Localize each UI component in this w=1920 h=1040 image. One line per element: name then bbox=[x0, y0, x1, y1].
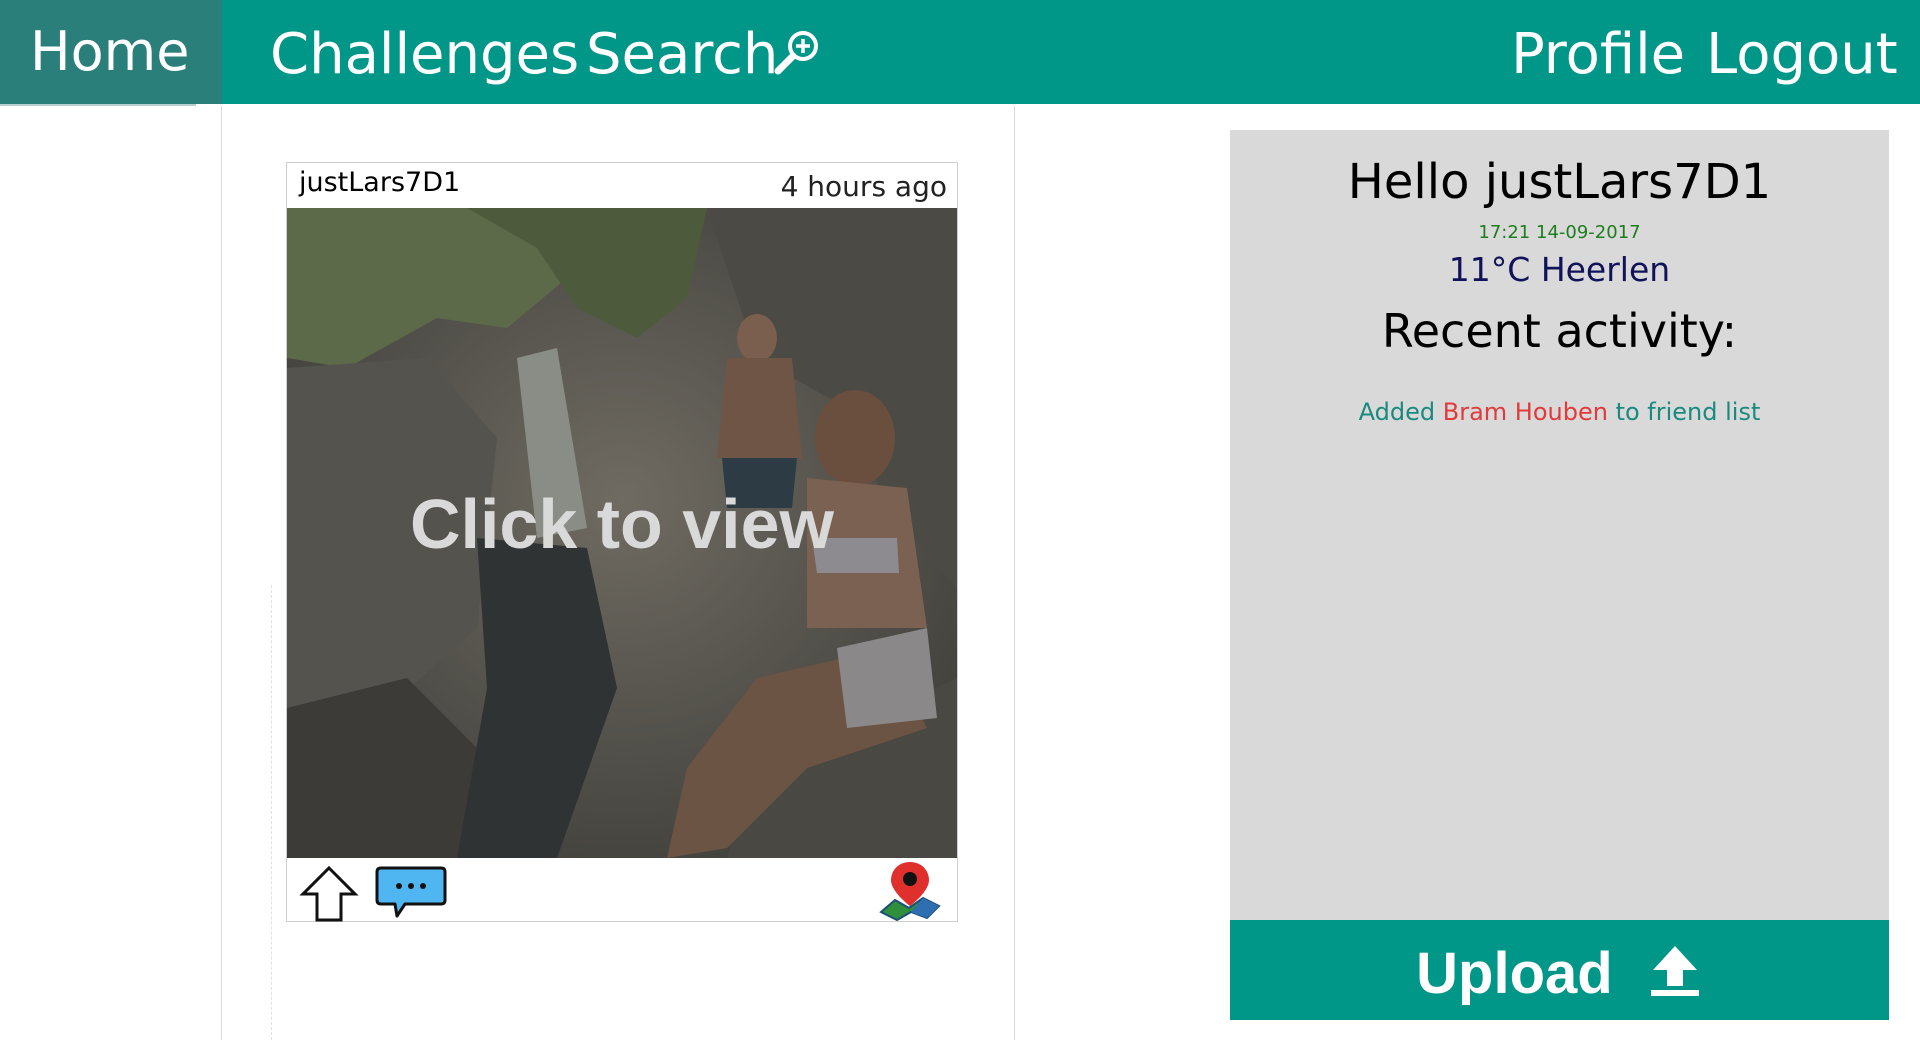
feed-post-card: justLars7D1 4 hours ago Click to view bbox=[286, 162, 958, 922]
nav-logout-link[interactable]: Logout bbox=[1706, 0, 1898, 104]
post-username[interactable]: justLars7D1 bbox=[299, 167, 460, 198]
nav-home-link[interactable]: Home bbox=[0, 0, 222, 104]
upload-arrow-icon bbox=[1650, 945, 1699, 996]
right-column-divider bbox=[1014, 106, 1015, 1040]
arrow-up-outline-icon[interactable] bbox=[299, 864, 359, 924]
weather-info: 11°C Heerlen bbox=[1448, 250, 1671, 289]
left-column-divider bbox=[221, 106, 222, 1040]
post-action-bar bbox=[287, 858, 957, 922]
top-navigation-bar: Home Challenges Search Profile Logout bbox=[0, 0, 1920, 104]
nav-profile-link[interactable]: Profile bbox=[1511, 0, 1685, 104]
upload-button-label: Upload bbox=[1416, 940, 1613, 1006]
nav-search-link[interactable]: Search bbox=[586, 0, 778, 104]
current-datetime: 17:21 14-09-2017 bbox=[1478, 222, 1641, 243]
recent-activity-heading: Recent activity: bbox=[1381, 304, 1738, 358]
user-summary-panel: Hello justLars7D1 17:21 14-09-2017 11°C … bbox=[1230, 130, 1889, 920]
activity-friend-link[interactable]: Bram Houben bbox=[1443, 398, 1608, 426]
post-image-preview[interactable]: Click to view bbox=[287, 208, 957, 858]
activity-item: Added Bram Houben to friend list bbox=[1230, 398, 1889, 426]
activity-prefix: Added bbox=[1358, 398, 1436, 426]
speech-bubble-icon[interactable] bbox=[373, 864, 449, 920]
nav-challenges-link[interactable]: Challenges bbox=[270, 0, 579, 104]
magnifier-plus-icon[interactable] bbox=[772, 28, 822, 78]
activity-suffix: to friend list bbox=[1615, 398, 1761, 426]
nav-active-underline bbox=[0, 104, 196, 106]
dashed-guide-line bbox=[271, 585, 272, 1040]
upload-button[interactable]: Upload bbox=[1230, 920, 1889, 1020]
greeting-heading: Hello justLars7D1 bbox=[1347, 154, 1772, 210]
map-pin-icon[interactable] bbox=[877, 860, 943, 922]
post-timestamp: 4 hours ago bbox=[780, 170, 947, 203]
click-to-view-overlay[interactable]: Click to view bbox=[287, 208, 957, 858]
